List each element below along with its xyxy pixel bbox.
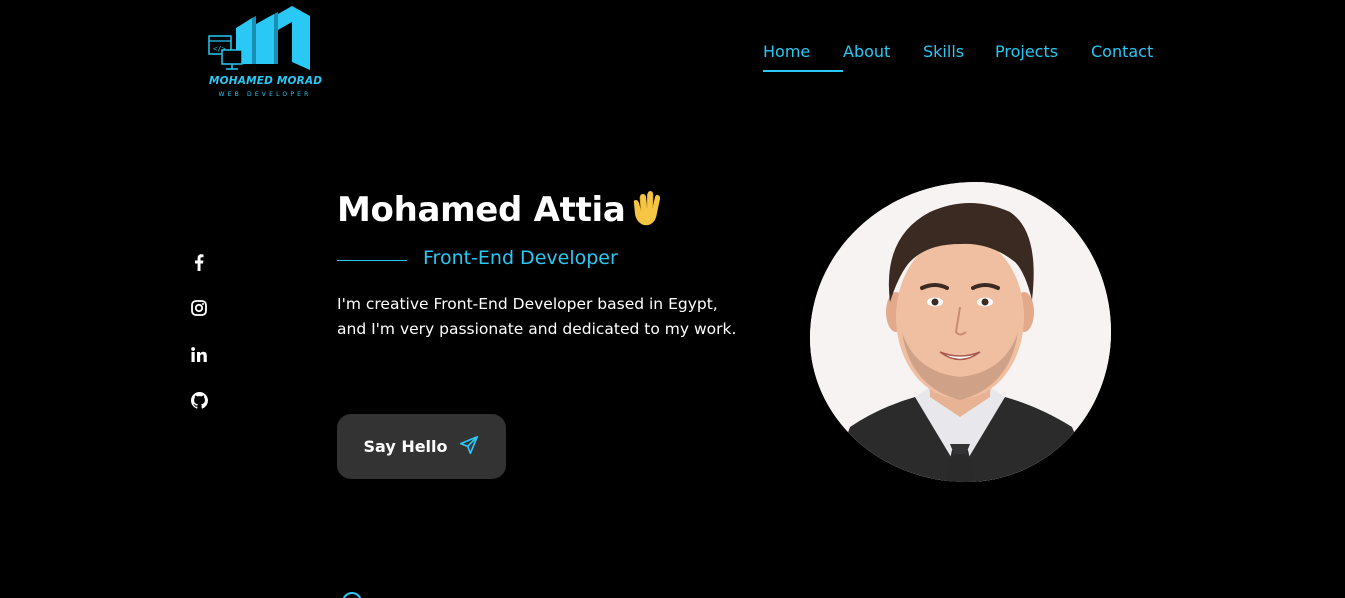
- logo-name: MOHAMED MORAD: [209, 75, 323, 87]
- say-hello-label: Say Hello: [363, 437, 448, 456]
- nav-link-projects[interactable]: Projects: [995, 42, 1091, 72]
- scroll-indicator-icon[interactable]: [342, 592, 362, 598]
- hero-description: I'm creative Front-End Developer based i…: [337, 295, 737, 338]
- say-hello-button[interactable]: Say Hello: [337, 414, 506, 479]
- linkedin-icon[interactable]: [188, 343, 210, 365]
- logo-tagline: WEB DEVELOPER: [218, 91, 312, 98]
- main-nav: Home About Skills Projects Contact: [763, 42, 1153, 72]
- brand-logo[interactable]: </> MOHAMED MORAD WEB DEVELOPER: [206, 6, 324, 100]
- subtitle-divider: [337, 260, 407, 261]
- facebook-icon[interactable]: [188, 251, 210, 273]
- portfolio-page: </> MOHAMED MORAD WEB DEVELOPER Home Abo…: [0, 0, 1345, 598]
- logo-icon: </>: [208, 6, 310, 70]
- profile-photo: [810, 182, 1111, 482]
- send-icon: [458, 434, 480, 460]
- hero-subtitle: Front-End Developer: [423, 247, 618, 269]
- github-icon[interactable]: [188, 389, 210, 411]
- nav-link-about[interactable]: About: [843, 42, 923, 72]
- hero-name: Mohamed Attia: [337, 190, 626, 230]
- instagram-icon[interactable]: [188, 297, 210, 319]
- nav-link-skills[interactable]: Skills: [923, 42, 995, 72]
- nav-link-home[interactable]: Home: [763, 42, 843, 72]
- nav-link-contact[interactable]: Contact: [1091, 42, 1153, 72]
- waving-hand-icon: [626, 189, 666, 229]
